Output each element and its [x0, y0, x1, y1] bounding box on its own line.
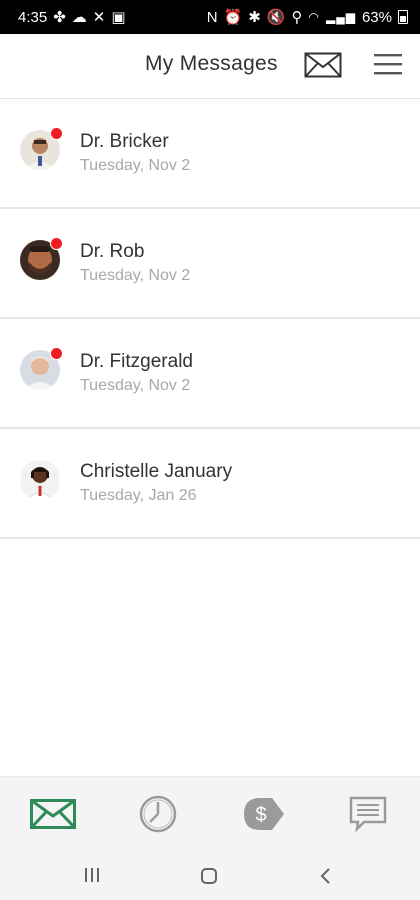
message-date: Tuesday, Nov 2 [80, 267, 191, 284]
avatar [20, 460, 60, 500]
cloud-icon: ☁ [71, 9, 87, 26]
message-sender: Dr. Fitzgerald [80, 351, 193, 372]
system-nav-bar [0, 852, 420, 900]
compose-envelope-icon[interactable] [304, 52, 342, 78]
page-title: My Messages [145, 52, 278, 75]
chat-icon[interactable] [348, 795, 388, 838]
message-date: Tuesday, Nov 2 [80, 377, 191, 394]
signal-icon: ▂▄▆ [326, 10, 356, 24]
billing-icon[interactable]: $ [240, 794, 286, 839]
wifi-icon: ◠ [308, 10, 320, 24]
messages-icon[interactable] [30, 799, 76, 834]
battery-percent: 63% [361, 8, 392, 26]
message-row[interactable]: Dr. Bricker Tuesday, Nov 2 [0, 99, 420, 209]
unread-dot [50, 127, 63, 140]
message-row[interactable]: Dr. Fitzgerald Tuesday, Nov 2 [0, 319, 420, 429]
message-sender: Christelle January [80, 461, 233, 482]
message-date: Tuesday, Jan 26 [80, 487, 197, 504]
unread-dot [50, 347, 63, 360]
status-time: 4:35 [18, 8, 48, 26]
nfc-icon: N [206, 8, 218, 26]
history-icon[interactable] [138, 794, 178, 839]
message-sender: Dr. Rob [80, 241, 145, 262]
image-icon: ▣ [111, 9, 126, 26]
hamburger-menu-icon[interactable] [373, 51, 403, 79]
slack-icon: ✤ [53, 9, 66, 26]
bottom-nav: $ [0, 776, 420, 853]
mute-icon: 🔇 [266, 9, 286, 26]
svg-text:$: $ [255, 804, 266, 826]
back-icon[interactable] [318, 866, 332, 891]
alarm-icon: ⏰ [223, 9, 243, 26]
message-sender: Dr. Bricker [80, 131, 169, 152]
message-list: Dr. Bricker Tuesday, Nov 2 Dr. Rob Tuesd… [0, 99, 420, 539]
message-date: Tuesday, Nov 2 [80, 157, 191, 174]
message-row[interactable]: Christelle January Tuesday, Jan 26 [0, 429, 420, 539]
app-header: My Messages [0, 34, 420, 99]
battery-icon [398, 10, 408, 24]
unread-dot [50, 237, 63, 250]
status-bar: 4:35 ✤ ☁ ✕ ▣ N ⏰ ✱ 🔇 ⚲ ◠ ▂▄▆ 63% [0, 0, 420, 34]
bluetooth-icon: ✱ [248, 9, 261, 26]
recent-apps-icon[interactable] [83, 866, 101, 889]
status-right: N ⏰ ✱ 🔇 ⚲ ◠ ▂▄▆ 63% [207, 8, 408, 26]
location-icon: ⚲ [291, 9, 303, 26]
message-row[interactable]: Dr. Rob Tuesday, Nov 2 [0, 209, 420, 319]
status-left: 4:35 ✤ ☁ ✕ ▣ [18, 8, 126, 27]
x-icon: ✕ [92, 9, 106, 26]
home-icon[interactable] [199, 866, 219, 891]
